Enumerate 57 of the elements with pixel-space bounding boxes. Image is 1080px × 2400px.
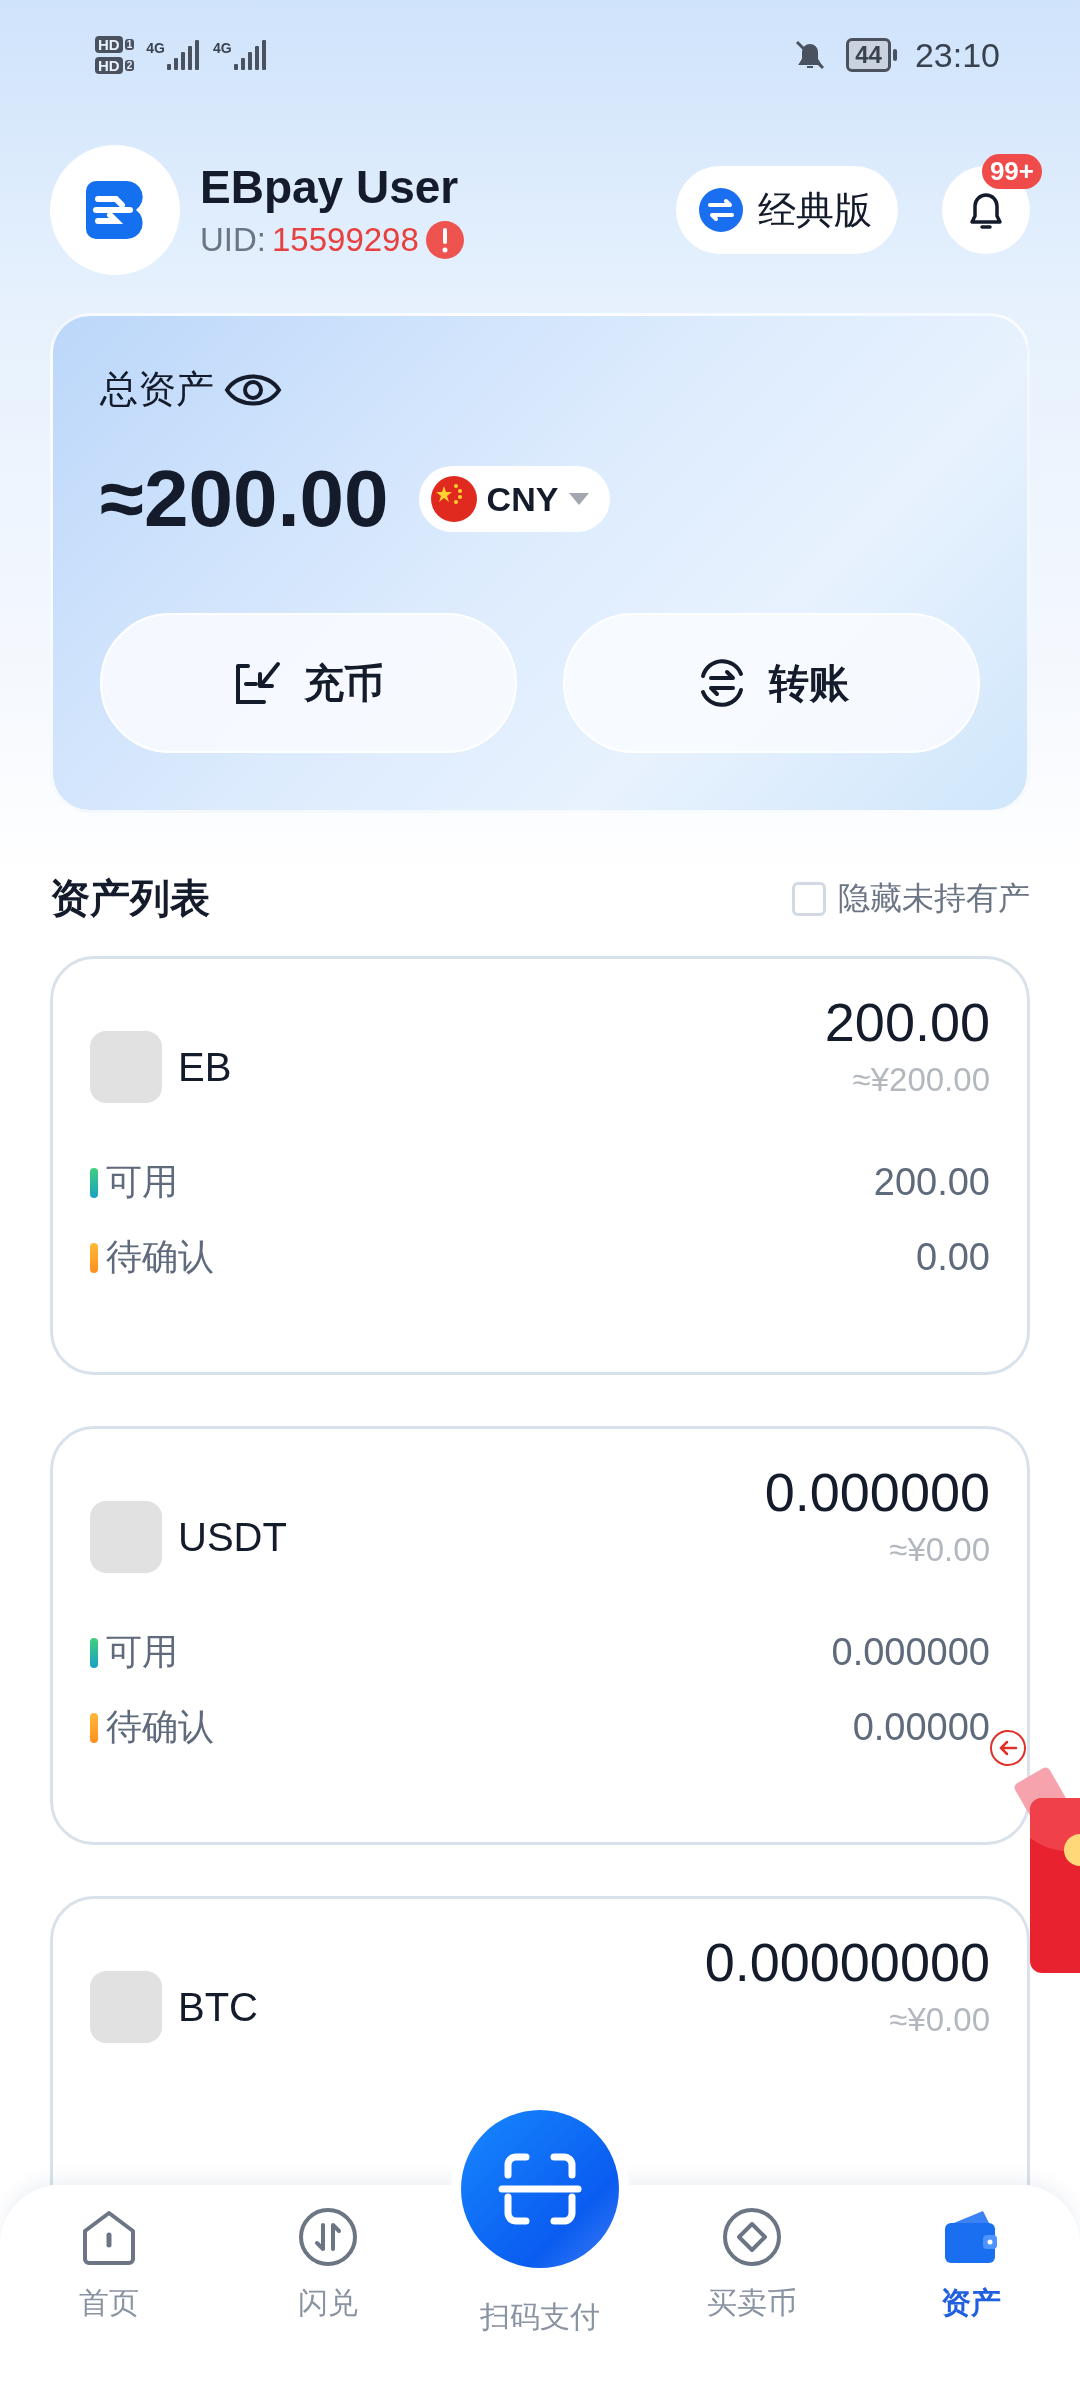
- hide-zero-checkbox[interactable]: [792, 881, 826, 916]
- balance-value: 200.00: [873, 1161, 990, 1204]
- pending-indicator: [90, 1712, 98, 1743]
- signal-icon: [233, 40, 268, 70]
- network-type: 4G: [146, 40, 165, 56]
- notification-badge: 99+: [981, 154, 1042, 189]
- sim-slot: 2: [124, 60, 135, 71]
- balance-value: 0.00: [916, 1236, 990, 1279]
- network-type: 4G: [212, 40, 232, 56]
- uid-value: 15599298: [272, 221, 419, 259]
- coin-icon: [90, 1501, 162, 1573]
- balance-label: 可用: [106, 1160, 178, 1204]
- sim-slot: 1: [124, 39, 135, 50]
- pending-indicator: [90, 1242, 98, 1273]
- nav-tab[interactable]: 资产: [861, 2185, 1080, 2400]
- caret-icon: [568, 492, 591, 506]
- balance-value: 0.000000: [831, 1631, 990, 1674]
- coin-amount: 200.00: [824, 991, 990, 1053]
- fiat-value: ≈¥200.00: [852, 1061, 990, 1099]
- transfer-button[interactable]: 转账: [563, 613, 980, 753]
- checkbox-label: 隐藏未持有产: [838, 878, 1030, 918]
- deposit-button[interactable]: 充币: [100, 613, 517, 753]
- coin-icon: [90, 1971, 162, 2043]
- coin-symbol: EB: [178, 1044, 232, 1090]
- total-assets-label: 总资产: [100, 367, 214, 412]
- total-amount: ≈200.00: [100, 453, 389, 545]
- coin-amount: 0.00000000: [704, 1931, 990, 1993]
- fiat-value: ≈¥0.00: [889, 1531, 990, 1569]
- section-title: 资产列表: [50, 875, 210, 922]
- flag-icon: [430, 476, 477, 522]
- arrow-left-icon[interactable]: [990, 1730, 1026, 1766]
- version-switch-button[interactable]: 经典版: [676, 166, 898, 254]
- asset-card[interactable]: BTC 0.00000000 ≈¥0.00: [50, 1896, 1030, 2185]
- battery-level: 44: [846, 38, 891, 72]
- switch-icon: [698, 187, 744, 233]
- balance-label: 可用: [106, 1630, 178, 1674]
- asset-card[interactable]: EB 200.00 ≈¥200.00 可用 200.00 待确认 0.00: [50, 956, 1030, 1375]
- asset-card[interactable]: USDT 0.000000 ≈¥0.00 可用 0.000000 待确认 0.00000: [50, 1426, 1030, 1845]
- coin-amount: 0.000000: [764, 1461, 990, 1523]
- coin-symbol: USDT: [178, 1514, 287, 1560]
- currency-selector[interactable]: CNY: [418, 466, 611, 532]
- coin-icon: [90, 1031, 162, 1103]
- envelope-drawing[interactable]: [1012, 1765, 1080, 1973]
- user-name: EBpay User: [200, 160, 460, 214]
- uid-label: UID:: [200, 221, 266, 259]
- fiat-value: ≈¥0.00: [889, 2001, 990, 2039]
- available-indicator: [90, 1637, 98, 1668]
- signal-icon: [166, 40, 201, 70]
- warning-icon[interactable]: [424, 220, 465, 260]
- coin-symbol: BTC: [178, 1984, 258, 2030]
- hd-label: HD: [95, 36, 123, 53]
- balance-label: 待确认: [106, 1705, 214, 1749]
- hd-label: HD: [95, 57, 123, 74]
- clock: 23:10: [914, 35, 1000, 75]
- available-indicator: [90, 1167, 98, 1198]
- balance-value: 0.00000: [852, 1706, 990, 1749]
- balance-label: 待确认: [106, 1235, 214, 1279]
